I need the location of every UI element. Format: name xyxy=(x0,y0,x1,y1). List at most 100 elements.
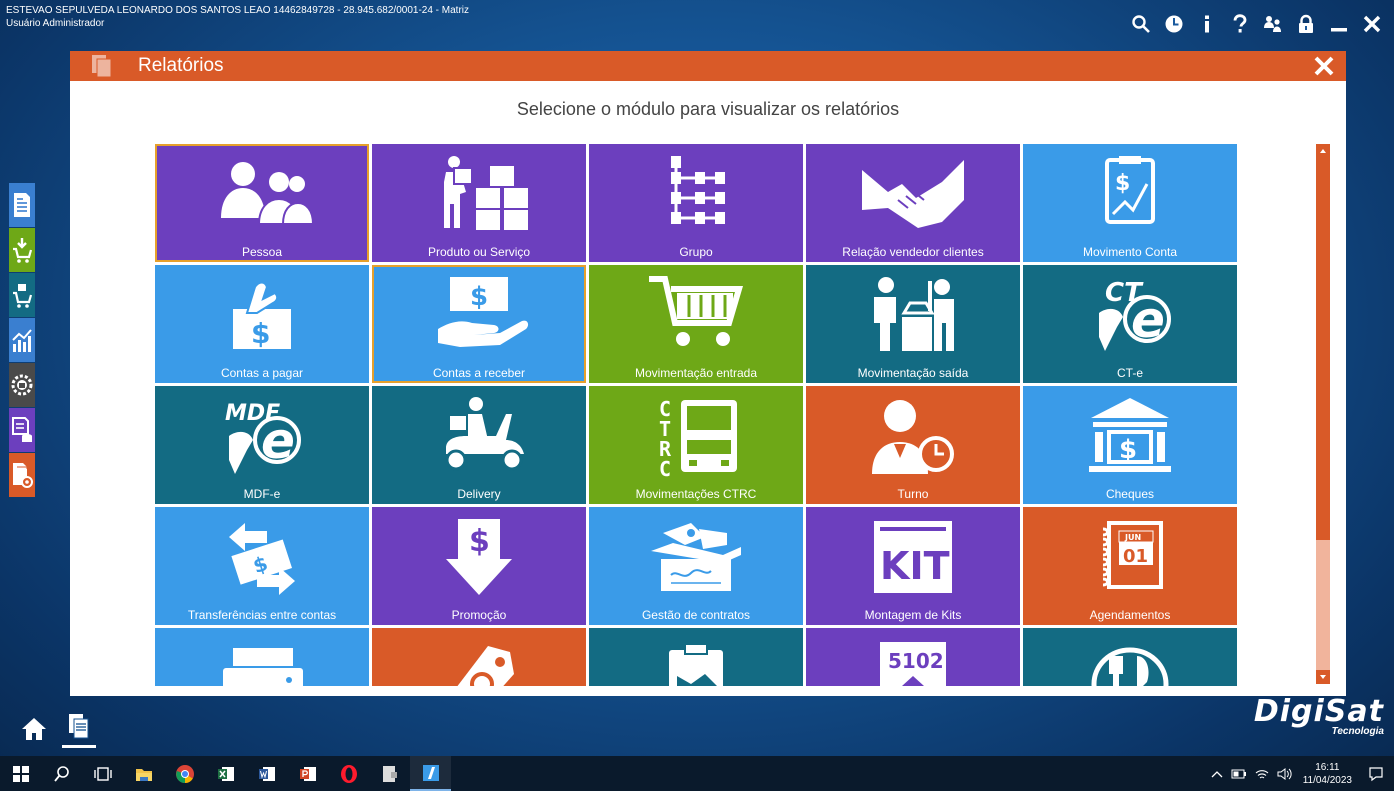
tile-pessoa[interactable]: Pessoa xyxy=(155,144,369,262)
svg-text:01: 01 xyxy=(1123,546,1148,567)
clock-icon[interactable] xyxy=(1157,8,1190,40)
info-icon[interactable] xyxy=(1190,8,1223,40)
system-clock[interactable]: 16:11 11/04/2023 xyxy=(1303,761,1352,787)
triangle-down-icon xyxy=(1320,675,1326,679)
scroll-up-button[interactable] xyxy=(1316,144,1330,158)
promo-icon: $ xyxy=(446,519,512,595)
tile-label: Movimentações CTRC xyxy=(635,487,757,501)
tile-module-24[interactable]: 5102 xyxy=(806,628,1020,686)
sidebar-reports-settings[interactable] xyxy=(9,453,35,497)
sidebar-reports-data[interactable] xyxy=(9,408,35,452)
tile-label: Movimento Conta xyxy=(1082,245,1178,259)
tile-label: MDF-e xyxy=(243,487,281,501)
tile-label: Grupo xyxy=(679,245,713,259)
bank-icon: $ xyxy=(1089,398,1171,472)
tile-delivery[interactable]: Delivery xyxy=(372,386,586,504)
svg-text:$: $ xyxy=(1119,435,1137,465)
scrollbar[interactable] xyxy=(1316,144,1330,684)
tile-relacao-vendedor-clientes[interactable]: Relação vendedor clientes xyxy=(806,144,1020,262)
dialog-title: Relatórios xyxy=(138,55,224,76)
tile-movimentacao-saida[interactable]: Movimentação saída xyxy=(806,265,1020,383)
app-icon[interactable] xyxy=(369,756,410,791)
tile-produto-ou-servico[interactable]: Produto ou Serviço xyxy=(372,144,586,262)
dialog-subtitle: Selecione o módulo para visualizar os re… xyxy=(516,99,900,119)
sidebar-production[interactable] xyxy=(9,363,35,407)
tile-turno[interactable]: Turno xyxy=(806,386,1020,504)
chrome-icon[interactable] xyxy=(164,756,205,791)
minimize-icon[interactable] xyxy=(1322,8,1355,40)
reports-dialog: Relatórios Selecione o módulo para visua… xyxy=(70,51,1346,696)
cart-download-icon xyxy=(13,238,33,263)
volume-icon[interactable] xyxy=(1277,767,1293,780)
file-explorer-icon[interactable] xyxy=(123,756,164,791)
sidebar-sales[interactable] xyxy=(9,273,35,317)
close-icon[interactable] xyxy=(1312,54,1336,78)
task-view-icon[interactable] xyxy=(82,756,123,791)
tile-module-21[interactable] xyxy=(155,628,369,686)
tile-contas-a-receber[interactable]: $ Contas a receber xyxy=(372,265,586,383)
tag-icon xyxy=(457,646,514,686)
excel-icon[interactable] xyxy=(205,756,246,791)
receive-icon: $ xyxy=(438,277,529,347)
search-icon[interactable] xyxy=(41,756,82,791)
tile-module-22[interactable] xyxy=(372,628,586,686)
hierarchy-icon xyxy=(671,156,725,224)
chevron-up-icon[interactable] xyxy=(1211,769,1223,779)
tile-movimentacoes-ctrc[interactable]: C T R C Movimentações CTRC xyxy=(589,386,803,504)
tile-label: Montagem de Kits xyxy=(864,608,962,622)
help-icon[interactable] xyxy=(1223,8,1256,40)
search-icon[interactable] xyxy=(1124,8,1157,40)
tile-movimentacao-entrada[interactable]: Movimentação entrada xyxy=(589,265,803,383)
scroll-down-button[interactable] xyxy=(1316,670,1330,684)
sidebar-finance[interactable] xyxy=(9,318,35,362)
clock-date: 11/04/2023 xyxy=(1302,774,1352,786)
tile-label: Movimentação saída xyxy=(857,366,969,380)
tile-gestao-de-contratos[interactable]: Gestão de contratos xyxy=(589,507,803,625)
system-tray: 16:11 11/04/2023 xyxy=(1207,756,1394,791)
lock-icon[interactable] xyxy=(1289,8,1322,40)
person-clock-icon xyxy=(872,400,954,474)
wifi-icon[interactable] xyxy=(1255,768,1269,780)
reports-icon xyxy=(92,55,112,78)
kit-icon: KIT xyxy=(874,521,952,593)
tile-label: Promoção xyxy=(451,608,507,622)
tile-transferencias-entre-contas[interactable]: $ Transferências entre contas xyxy=(155,507,369,625)
cfop-icon: 5102 xyxy=(880,642,946,686)
open-reports-tab[interactable] xyxy=(62,712,96,748)
svg-text:$: $ xyxy=(251,317,270,350)
tile-label: Produto ou Serviço xyxy=(427,245,531,259)
sidebar-documents[interactable] xyxy=(9,183,35,227)
tile-grupo[interactable]: Grupo xyxy=(589,144,803,262)
report-database-icon xyxy=(12,417,32,442)
checkout-icon xyxy=(874,277,954,351)
close-icon[interactable] xyxy=(1355,8,1388,40)
tile-movimento-conta[interactable]: $ Movimento Conta xyxy=(1023,144,1237,262)
tile-contas-a-pagar[interactable]: $ Contas a pagar xyxy=(155,265,369,383)
tile-label: Transferências entre contas xyxy=(187,608,337,622)
truck-icon: CTRC xyxy=(659,397,737,478)
calendar-icon: JUN 01 xyxy=(1102,521,1163,589)
battery-icon[interactable] xyxy=(1231,769,1247,779)
powerpoint-icon[interactable] xyxy=(287,756,328,791)
tile-label: Turno xyxy=(897,487,929,501)
windows-icon[interactable] xyxy=(0,756,41,791)
home-icon[interactable] xyxy=(20,715,48,743)
scrollbar-thumb[interactable] xyxy=(1316,158,1330,540)
tile-mdf-e[interactable]: MDF e MDF-e xyxy=(155,386,369,504)
tile-promocao[interactable]: $ Promoção xyxy=(372,507,586,625)
tile-cheques[interactable]: $ Cheques xyxy=(1023,386,1237,504)
digisat-icon[interactable] xyxy=(410,756,451,791)
word-icon[interactable] xyxy=(246,756,287,791)
handshake-icon xyxy=(862,160,964,228)
tile-label: Contas a receber xyxy=(432,366,526,380)
notification-icon[interactable] xyxy=(1368,766,1384,782)
opera-icon[interactable] xyxy=(328,756,369,791)
transfer-icon: $ xyxy=(229,523,295,595)
sidebar-purchases[interactable] xyxy=(9,228,35,272)
tile-montagem-de-kits[interactable]: KIT Montagem de Kits xyxy=(806,507,1020,625)
tile-ct-e[interactable]: CT e CT-e xyxy=(1023,265,1237,383)
tile-agendamentos[interactable]: JUN 01 Agendamentos xyxy=(1023,507,1237,625)
tile-module-23[interactable] xyxy=(589,628,803,686)
tile-module-25[interactable] xyxy=(1023,628,1237,686)
users-icon[interactable] xyxy=(1256,8,1289,40)
